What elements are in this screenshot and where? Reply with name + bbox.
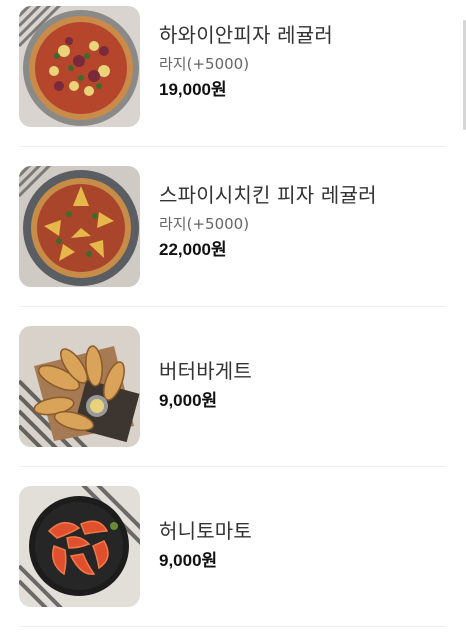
spicy-chicken-pizza-photo (19, 166, 140, 287)
menu-item-hawaiian-pizza[interactable]: 하와이안피자 레귤러 라지(+5000) 19,000원 (0, 0, 466, 160)
hawaiian-pizza-photo (19, 6, 140, 127)
menu-item-name: 허니토마토 (159, 519, 252, 543)
menu-item-price: 22,000원 (159, 240, 227, 259)
honey-tomato-photo (19, 486, 140, 607)
divider (20, 466, 446, 467)
menu-item-price: 19,000원 (159, 80, 227, 99)
butter-baguette-photo (19, 326, 140, 447)
menu-item-price: 9,000원 (159, 391, 218, 410)
menu-item-option: 라지(+5000) (159, 55, 250, 73)
menu-item-info: 허니토마토 9,000원 (159, 519, 446, 572)
menu-item-info: 하와이안피자 레귤러 라지(+5000) 19,000원 (159, 23, 446, 101)
divider (20, 146, 446, 147)
menu-item-butter-baguette[interactable]: 버터바게트 9,000원 (0, 320, 466, 480)
menu-item-price: 9,000원 (159, 551, 218, 570)
menu-item-info: 버터바게트 9,000원 (159, 359, 446, 412)
menu-item-name: 버터바게트 (159, 359, 252, 383)
menu-item-option: 라지(+5000) (159, 215, 250, 233)
divider (20, 626, 446, 627)
divider (20, 306, 446, 307)
menu-item-name: 하와이안피자 레귤러 (159, 23, 333, 47)
menu-item-name: 스파이시치킨 피자 레귤러 (159, 183, 377, 207)
menu-item-info: 스파이시치킨 피자 레귤러 라지(+5000) 22,000원 (159, 183, 446, 261)
menu-item-spicy-chicken-pizza[interactable]: 스파이시치킨 피자 레귤러 라지(+5000) 22,000원 (0, 160, 466, 320)
menu-item-honey-tomato[interactable]: 허니토마토 9,000원 (0, 480, 466, 640)
